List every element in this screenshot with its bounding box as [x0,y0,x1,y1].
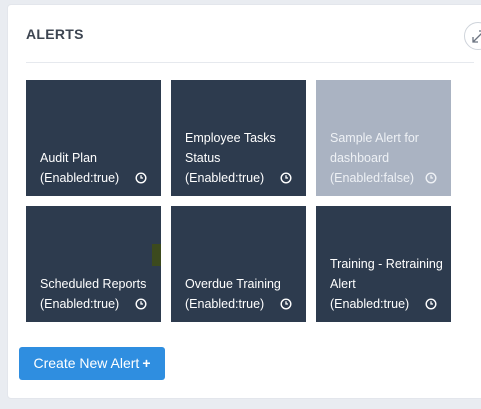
drag-handle[interactable] [152,244,161,266]
clock-icon [135,298,147,310]
expand-button[interactable] [464,22,481,50]
alert-name: Audit Plan [40,151,97,165]
alert-tile-audit-plan[interactable]: Audit Plan (Enabled:true) [26,80,161,196]
alert-status: (Enabled:true) [185,297,265,311]
alert-tile-overdue-training[interactable]: Overdue Training (Enabled:true) [171,206,306,322]
header-divider [26,62,474,63]
clock-icon [280,298,292,310]
alert-status: (Enabled:false) [330,171,415,185]
alert-status: (Enabled:true) [40,297,120,311]
clock-icon [135,172,147,184]
create-new-alert-button[interactable]: Create New Alert + [19,347,165,380]
alert-tile-employee-tasks-status[interactable]: Employee Tasks Status (Enabled:true) [171,80,306,196]
alert-tile-training-retraining-alert[interactable]: Training - Retraining Alert (Enabled:tru… [316,206,451,322]
clock-icon [425,172,437,184]
alert-name: Overdue Training [185,277,281,291]
create-button-label: Create New Alert [33,355,140,371]
alert-status: (Enabled:true) [185,171,265,185]
clock-icon [425,298,437,310]
panel-title: ALERTS [26,26,84,42]
alert-status: (Enabled:true) [330,297,410,311]
alert-tile-scheduled-reports[interactable]: Scheduled Reports (Enabled:true) [26,206,161,322]
alerts-panel: ALERTS Audit Plan (Enabled:true) Employe… [7,4,481,399]
plus-icon: + [142,355,151,371]
alert-name: Scheduled Reports [40,277,147,291]
alert-name: Employee Tasks Status [185,131,276,165]
alert-status: (Enabled:true) [40,171,120,185]
expand-icon [472,30,481,43]
alert-tile-sample-alert-for-dashboard[interactable]: Sample Alert for dashboard (Enabled:fals… [316,80,451,196]
alert-name: Training - Retraining Alert [330,257,443,291]
clock-icon [280,172,292,184]
alert-name: Sample Alert for dashboard [330,131,419,165]
